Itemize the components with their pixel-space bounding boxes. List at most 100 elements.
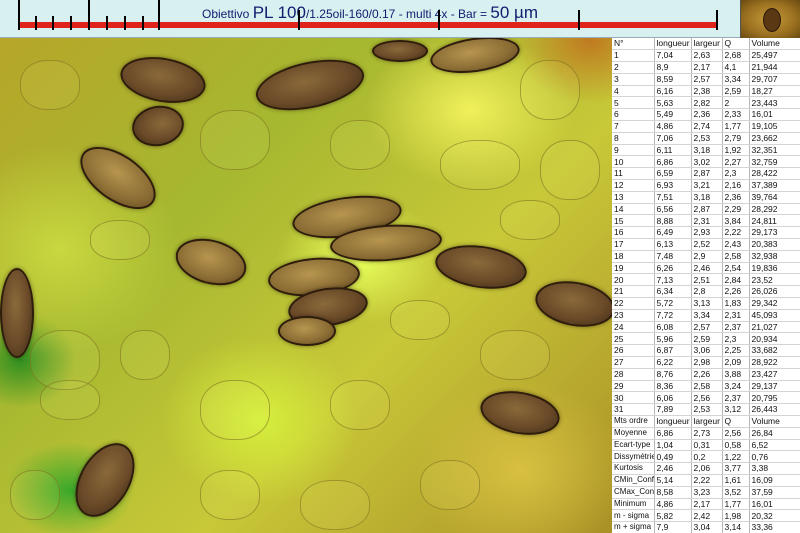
table-row: 17 6,13 2,52 2,43 20,383 bbox=[612, 238, 800, 251]
scale-tick bbox=[142, 16, 144, 30]
row-label-cell: m + sigma bbox=[612, 521, 655, 533]
value-cell: 3,38 bbox=[749, 462, 800, 475]
value-cell: 2,58 bbox=[722, 250, 750, 263]
table-row: 20 7,13 2,51 2,84 23,52 bbox=[612, 273, 800, 287]
value-cell: 3,23 bbox=[691, 486, 723, 499]
table-row: 13 7,51 3,18 2,36 39,764 bbox=[612, 191, 800, 204]
table-row: 1 7,04 2,63 2,68 25,497 bbox=[612, 49, 800, 63]
value-cell: 7,04 bbox=[654, 49, 692, 63]
spore bbox=[128, 101, 188, 151]
value-cell: 20,934 bbox=[749, 332, 800, 346]
hyphal-cell bbox=[20, 60, 80, 110]
value-cell: 3,52 bbox=[722, 486, 750, 499]
value-cell: 2,26 bbox=[691, 368, 723, 381]
table-row: 14 6,56 2,87 2,29 28,292 bbox=[612, 203, 800, 216]
value-cell: 6,56 bbox=[654, 203, 692, 216]
spore bbox=[428, 31, 522, 79]
value-cell: 3,34 bbox=[722, 73, 750, 86]
value-cell: 2,26 bbox=[722, 285, 750, 299]
value-cell: 16,09 bbox=[749, 474, 800, 487]
row-label-cell: 22 bbox=[612, 297, 655, 310]
row-label-cell: CMax_Conf bbox=[612, 486, 655, 499]
value-cell: 28,922 bbox=[749, 356, 800, 369]
table-row: 30 6,06 2,56 2,37 20,795 bbox=[612, 391, 800, 405]
table-row: 27 6,22 2,98 2,09 28,922 bbox=[612, 356, 800, 369]
row-label-cell: 29 bbox=[612, 380, 655, 393]
row-label-cell: 9 bbox=[612, 144, 655, 157]
value-cell: 7,48 bbox=[654, 250, 692, 263]
scale-tick bbox=[124, 16, 126, 30]
value-cell: 24,811 bbox=[749, 214, 800, 228]
value-cell: 2,17 bbox=[691, 61, 723, 74]
stats-row: Dissymétrie 0,49 0,2 1,22 0,76 bbox=[612, 450, 800, 464]
value-cell: 5,49 bbox=[654, 108, 692, 122]
value-cell: 23,52 bbox=[749, 273, 800, 287]
spore bbox=[432, 239, 530, 295]
value-cell: 2,22 bbox=[691, 474, 723, 487]
value-cell: 3,34 bbox=[691, 309, 723, 322]
value-cell: 32,351 bbox=[749, 144, 800, 157]
value-cell: 2,17 bbox=[691, 498, 723, 511]
value-cell: 5,82 bbox=[654, 509, 692, 523]
row-label-cell: Minimum bbox=[612, 498, 655, 511]
measurement-table-panel: N° longueur largeur Q Volume 1 7,04 2,63 2,68 25,… bbox=[612, 38, 800, 533]
table-row: 10 6,86 3,02 2,27 32,759 bbox=[612, 155, 800, 169]
row-label-cell: 23 bbox=[612, 309, 655, 322]
value-cell: 1,04 bbox=[654, 439, 692, 452]
hyphal-cell bbox=[10, 470, 60, 520]
value-cell: 19,836 bbox=[749, 262, 800, 275]
value-cell: 2,56 bbox=[691, 391, 723, 405]
value-cell: 28,422 bbox=[749, 167, 800, 181]
hyphal-cell bbox=[420, 460, 480, 510]
hyphal-cell bbox=[440, 140, 520, 190]
value-cell: 0,31 bbox=[691, 439, 723, 452]
value-cell: 3,06 bbox=[691, 344, 723, 358]
value-cell: 6,16 bbox=[654, 85, 692, 98]
value-cell: 20,795 bbox=[749, 391, 800, 405]
value-cell: 2,53 bbox=[691, 403, 723, 416]
measurement-table: N° longueur largeur Q Volume 1 7,04 2,63 2,68 25,… bbox=[612, 38, 800, 533]
value-cell: 5,14 bbox=[654, 474, 692, 487]
value-cell: 3,13 bbox=[691, 297, 723, 310]
scale-bar bbox=[18, 22, 716, 28]
caption-detail: /1.25oil-160/0.17 - multi 4x - Bar = bbox=[305, 7, 491, 21]
value-cell: 2,57 bbox=[691, 321, 723, 334]
stats-header-row: Mts ordre longueur largeur Q Volume bbox=[612, 415, 800, 428]
value-cell: 3,88 bbox=[722, 368, 750, 381]
stats-row: Moyenne 6,86 2,73 2,56 26,84 bbox=[612, 427, 800, 440]
row-label-cell: 31 bbox=[612, 403, 655, 416]
row-label-cell: Moyenne bbox=[612, 427, 655, 440]
stats-row: CMin_Conf 5,14 2,22 1,61 16,09 bbox=[612, 474, 800, 487]
table-row: 31 7,89 2,53 3,12 26,443 bbox=[612, 403, 800, 416]
value-cell: 3,12 bbox=[722, 403, 750, 416]
value-cell: 2,46 bbox=[654, 462, 692, 475]
spore bbox=[278, 316, 336, 346]
value-cell: 2,42 bbox=[691, 509, 723, 523]
value-cell: 2,22 bbox=[722, 226, 750, 240]
row-label-cell: 11 bbox=[612, 167, 655, 181]
value-cell: 6,22 bbox=[654, 356, 692, 369]
value-cell: 2,3 bbox=[722, 332, 750, 346]
scale-tick bbox=[158, 0, 160, 30]
value-cell: 20,383 bbox=[749, 238, 800, 251]
value-cell: 5,96 bbox=[654, 332, 692, 346]
value-cell: 2,06 bbox=[691, 462, 723, 475]
value-cell: 3,84 bbox=[722, 214, 750, 228]
scale-header: Obiettivo PL 100/1.25oil-160/0.17 - mult… bbox=[0, 0, 740, 38]
value-cell: 6,26 bbox=[654, 262, 692, 275]
value-cell: 1,92 bbox=[722, 144, 750, 157]
value-cell: 20,32 bbox=[749, 509, 800, 523]
value-cell: 8,59 bbox=[654, 73, 692, 86]
value-cell: Q bbox=[722, 38, 750, 51]
value-cell: 6,49 bbox=[654, 226, 692, 240]
value-cell: 6,06 bbox=[654, 391, 692, 405]
value-cell: 2,37 bbox=[722, 321, 750, 334]
value-cell: 6,11 bbox=[654, 144, 692, 157]
value-cell: 8,58 bbox=[654, 486, 692, 499]
scale-tick bbox=[18, 0, 20, 30]
value-cell: 2,31 bbox=[691, 214, 723, 228]
row-label-cell: 19 bbox=[612, 262, 655, 275]
table-header-row: N° longueur largeur Q Volume bbox=[612, 38, 800, 51]
value-cell: 2,74 bbox=[691, 120, 723, 133]
value-cell: largeur bbox=[691, 415, 723, 428]
